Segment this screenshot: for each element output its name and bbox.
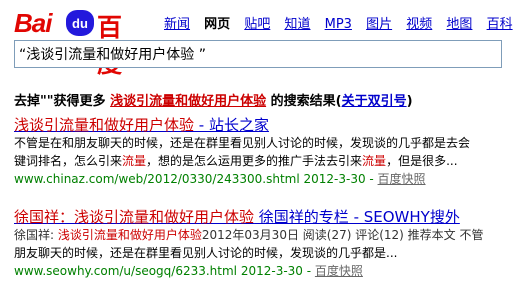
paw-icon: du [66,10,94,36]
nav-web: 网页 [204,17,231,32]
tip-post: 的搜索结果( [270,94,342,109]
result-snippet-line2: 键词排名，怎么引来流量，想的是怎么运用更多的推广手法去引来流量，但是很多... [14,154,458,168]
nav-tieba[interactable]: 贴吧 [244,17,270,32]
nav-zhidao[interactable]: 知道 [284,17,310,32]
quote-tip: 去掉""获得更多 浅谈引流量和做好用户体验 的搜索结果(关于双引号) [14,90,413,109]
search-input[interactable] [15,41,489,67]
logo-text-bai: Bai [14,8,52,38]
result-title-link[interactable]: 浅谈引流量和做好用户体验 - 站长之家 [14,116,514,134]
result-meta-line: 徐国祥: 浅谈引流量和做好用户体验2012年03月30日 阅读(27) 评论(1… [14,228,484,242]
result-title-rest: - 站长之家 [194,116,269,134]
tip-pre: 去掉""获得更多 [14,94,106,109]
nav-images[interactable]: 图片 [366,17,392,32]
nav-map[interactable]: 地图 [446,17,472,32]
nav-video[interactable]: 视频 [406,17,432,32]
tip-close: ) [406,94,413,109]
nav-baike[interactable]: 百科 [487,17,513,32]
snapshot-link[interactable]: 百度快照 [315,264,363,278]
nav-mp3[interactable]: MP3 [325,17,352,32]
result-title-link[interactable]: 徐国祥：浅谈引流量和做好用户体验 徐国祥的专栏 - SEOWHY搜外 [14,208,514,226]
snapshot-link[interactable]: 百度快照 [378,172,426,186]
search-box[interactable] [14,40,502,68]
result-title-highlight: 浅谈引流量和做好用户体验 [74,208,255,226]
search-result: 浅谈引流量和做好用户体验 - 站长之家 不管是在和朋友聊天的时候，还是在群里看见… [14,116,514,188]
result-url: www.seowhy.com/u/seogq/6233.html 2012-3-… [14,264,363,278]
result-snippet: 朋友聊天的时候，还是在群里看见别人讨论的时候，发现谈的几乎都是... [14,246,398,260]
nav-news[interactable]: 新闻 [164,17,190,32]
tip-query-link[interactable]: 浅谈引流量和做好用户体验 [110,94,266,109]
result-title-rest: 徐国祥的专栏 - SEOWHY搜外 [254,208,460,226]
result-title-highlight: 浅谈引流量和做好用户体验 [14,116,195,134]
result-snippet-line1: 不管是在和朋友聊天的时候，还是在群里看见别人讨论的时候，发现谈的几乎都是去会 [14,136,471,150]
nav-bar: 新闻 网页 贴吧 知道 MP3 图片 视频 地图 百科 [164,13,514,32]
baidu-logo[interactable]: Bai du 百度 [14,8,144,78]
search-result: 徐国祥：浅谈引流量和做好用户体验 徐国祥的专栏 - SEOWHY搜外 徐国祥: … [14,208,514,280]
tip-quote-link[interactable]: 关于双引号 [342,94,407,109]
result-url: www.chinaz.com/web/2012/0330/243300.shtm… [14,172,426,186]
